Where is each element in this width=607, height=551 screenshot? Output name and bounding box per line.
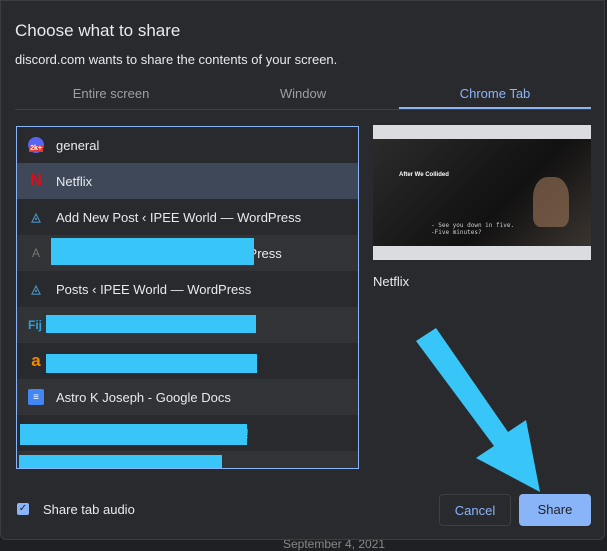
annotation-arrow-icon	[416, 328, 540, 492]
